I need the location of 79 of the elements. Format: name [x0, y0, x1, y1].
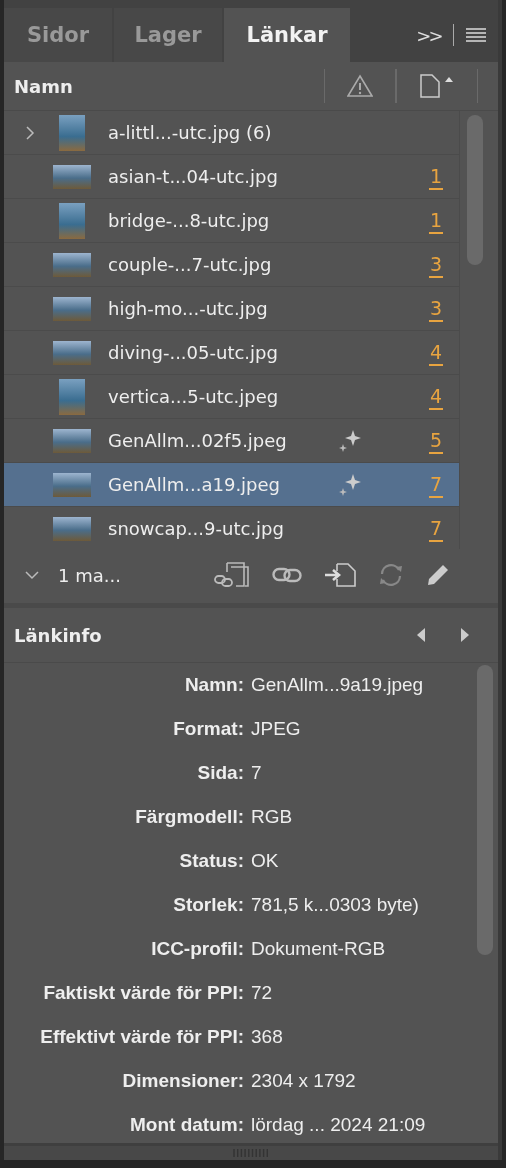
field-value: 7 [251, 762, 262, 784]
link-row[interactable]: couple-...7-utc.jpg 3 [4, 243, 459, 287]
page-link[interactable]: 1 [429, 163, 443, 190]
photo-placeholder [53, 516, 91, 541]
photo-placeholder [59, 202, 85, 239]
column-header: Namn [14, 75, 74, 97]
selection-count: 1 ma... [58, 564, 122, 586]
photo-placeholder [53, 472, 91, 497]
page-link[interactable]: 3 [429, 295, 443, 322]
file-name: high-mo...-utc.jpg [108, 298, 269, 319]
file-name: diving-...05-utc.jpg [108, 342, 279, 363]
field-label: Sida: [196, 762, 244, 784]
field-label: Faktiskt värde för PPI: [42, 982, 244, 1004]
field-label: Format: [172, 718, 244, 740]
page-sort-icon[interactable] [418, 74, 455, 98]
field-value: lördag ... 2024 21:09 [251, 1114, 426, 1136]
file-name: bridge-...8-utc.jpg [108, 210, 271, 231]
file-name: vertica...5-utc.jpeg [108, 386, 280, 407]
link-row[interactable]: GenAllm...a19.jpeg 7 [4, 463, 459, 507]
chevron-right-icon[interactable] [25, 124, 35, 141]
link-row[interactable]: bridge-...8-utc.jpg 1 [4, 199, 459, 243]
chevron-down-icon[interactable] [24, 570, 40, 580]
link-row[interactable]: snowcap...9-utc.jpg 7 [4, 507, 459, 549]
photo-placeholder [53, 296, 91, 321]
file-name: a-littl...-utc.jpg (6) [108, 122, 273, 143]
section-title: Länkinfo [14, 624, 103, 646]
field-label: Dimensioner: [121, 1070, 244, 1092]
page-link[interactable]: 1 [429, 207, 443, 234]
triangle-right-icon[interactable] [460, 627, 470, 643]
page-link[interactable]: 4 [429, 339, 443, 366]
page-link[interactable]: 7 [429, 471, 443, 498]
page-link[interactable]: 3 [429, 251, 443, 278]
field-value: 781,5 k...0303 byte) [251, 894, 419, 916]
photo-placeholder [59, 114, 85, 151]
page-link[interactable]: 5 [429, 427, 443, 454]
field-value: JPEG [251, 718, 301, 740]
file-name: GenAllm...02f5.jpeg [108, 430, 288, 451]
panel-tab[interactable]: Länkar [224, 8, 350, 62]
link-icon[interactable] [272, 567, 302, 583]
field-value: 72 [251, 982, 273, 1004]
refresh-icon[interactable] [378, 562, 404, 588]
field-value: Dokument-RGB [251, 938, 386, 960]
go-to-link-icon[interactable] [324, 563, 356, 587]
photo-placeholder [53, 164, 91, 189]
link-row[interactable]: vertica...5-utc.jpeg 4 [4, 375, 459, 419]
page-link[interactable]: 4 [429, 383, 443, 410]
photo-placeholder [53, 428, 91, 453]
link-row[interactable]: a-littl...-utc.jpg (6) [4, 111, 459, 155]
pencil-icon[interactable] [426, 563, 450, 587]
field-label: Storlek: [172, 894, 244, 916]
field-value: RGB [251, 806, 293, 828]
file-name: GenAllm...a19.jpeg [108, 474, 282, 495]
photo-placeholder [59, 378, 85, 415]
file-name: asian-t...04-utc.jpg [108, 166, 279, 187]
page-link[interactable]: 7 [429, 515, 443, 542]
overflow-button[interactable]: >> [416, 24, 441, 46]
link-row[interactable]: high-mo...-utc.jpg 3 [4, 287, 459, 331]
field-label: Namn: [183, 674, 244, 696]
file-name: snowcap...9-utc.jpg [108, 518, 285, 539]
link-row[interactable]: asian-t...04-utc.jpg 1 [4, 155, 459, 199]
relink-folder-icon[interactable] [214, 562, 250, 588]
panel-tab[interactable]: Sidor [4, 8, 112, 62]
photo-placeholder [53, 340, 91, 365]
photo-placeholder [53, 252, 91, 277]
field-label: Färgmodell: [134, 806, 244, 828]
field-label: ICC-profil: [150, 938, 244, 960]
file-name: couple-...7-utc.jpg [108, 254, 273, 275]
field-value: 368 [251, 1026, 283, 1048]
field-value: OK [251, 850, 279, 872]
panel-tab[interactable]: Lager [114, 8, 222, 62]
field-label: Status: [178, 850, 244, 872]
warning-icon[interactable] [347, 74, 373, 98]
field-label: Mont datum: [129, 1114, 244, 1136]
field-value: GenAllm...9a19.jpeg [251, 674, 424, 696]
link-row[interactable]: diving-...05-utc.jpg 4 [4, 331, 459, 375]
triangle-left-icon[interactable] [416, 627, 426, 643]
field-label: Effektivt värde för PPI: [39, 1026, 244, 1048]
menu-icon[interactable] [466, 28, 486, 42]
field-value: 2304 x 1792 [251, 1070, 356, 1092]
